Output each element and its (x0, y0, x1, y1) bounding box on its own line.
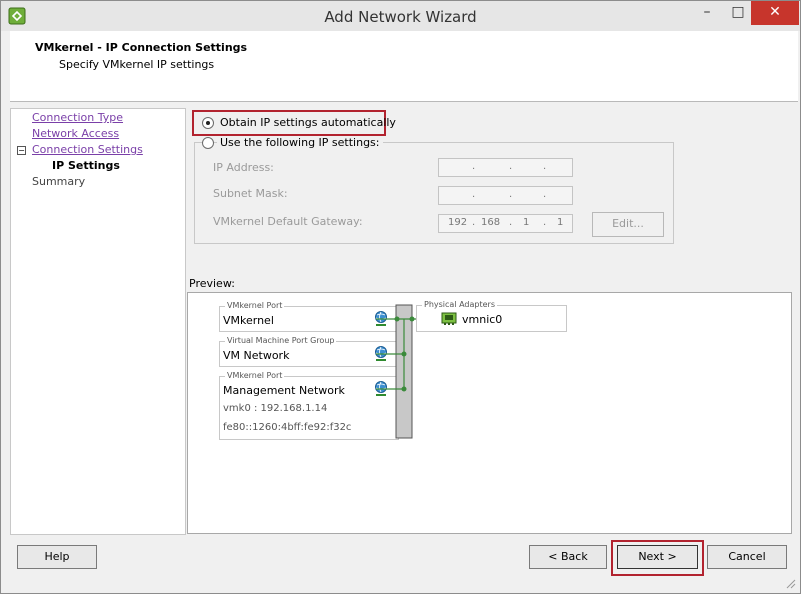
gateway-label: VMkernel Default Gateway: (213, 215, 363, 228)
preview-panel: VMkernel Port VMkernel Virtual Machine P… (187, 292, 792, 534)
radio-use-following[interactable] (202, 137, 214, 149)
network-adapter-icon (441, 312, 457, 325)
nav-summary: Summary (32, 175, 86, 188)
ip-address-label: IP Address: (213, 161, 274, 174)
maximize-button[interactable]: □ (723, 1, 753, 25)
preview-label: Preview: (189, 277, 235, 290)
nav-network-access[interactable]: Network Access (32, 127, 119, 140)
radio-obtain-automatically-label[interactable]: Obtain IP settings automatically (220, 116, 396, 129)
nav-ip-settings: IP Settings (52, 159, 120, 172)
nav-connection-type[interactable]: Connection Type (32, 111, 123, 124)
page-title: VMkernel - IP Connection Settings (35, 41, 248, 54)
ip-address-input[interactable]: . . . (438, 158, 573, 177)
wizard-header: VMkernel - IP Connection Settings Specif… (10, 31, 798, 102)
radio-use-following-label[interactable]: Use the following IP settings: (217, 136, 383, 149)
window-title: Add Network Wizard (324, 8, 477, 26)
edit-gateway-button[interactable]: Edit... (592, 212, 664, 237)
minimize-button[interactable]: – (691, 1, 723, 25)
gateway-input[interactable]: 192 . 168 . 1 . 1 (438, 214, 573, 233)
cancel-button[interactable]: Cancel (707, 545, 787, 569)
collapse-icon[interactable]: − (17, 146, 26, 155)
physical-adapters-label: Physical Adapters (422, 300, 497, 309)
adapter-name: vmnic0 (462, 313, 503, 326)
page-subtitle: Specify VMkernel IP settings (59, 58, 215, 71)
back-button[interactable]: < Back (529, 545, 607, 569)
close-button[interactable]: ✕ (751, 1, 799, 25)
help-button[interactable]: Help (17, 545, 97, 569)
next-button[interactable]: Next > (617, 545, 698, 569)
radio-obtain-automatically[interactable] (202, 117, 214, 129)
resize-grip-icon[interactable] (784, 577, 796, 589)
subnet-mask-input[interactable]: . . . (438, 186, 573, 205)
title-bar[interactable]: Add Network Wizard – □ ✕ (1, 1, 800, 31)
wizard-window: Add Network Wizard – □ ✕ VMkernel - IP C… (0, 0, 801, 594)
wizard-steps-nav: Connection Type Network Access − Connect… (10, 108, 186, 535)
physical-adapters-group[interactable]: Physical Adapters vmnic0 (416, 300, 567, 332)
nav-connection-settings[interactable]: Connection Settings (32, 143, 143, 156)
subnet-mask-label: Subnet Mask: (213, 187, 288, 200)
